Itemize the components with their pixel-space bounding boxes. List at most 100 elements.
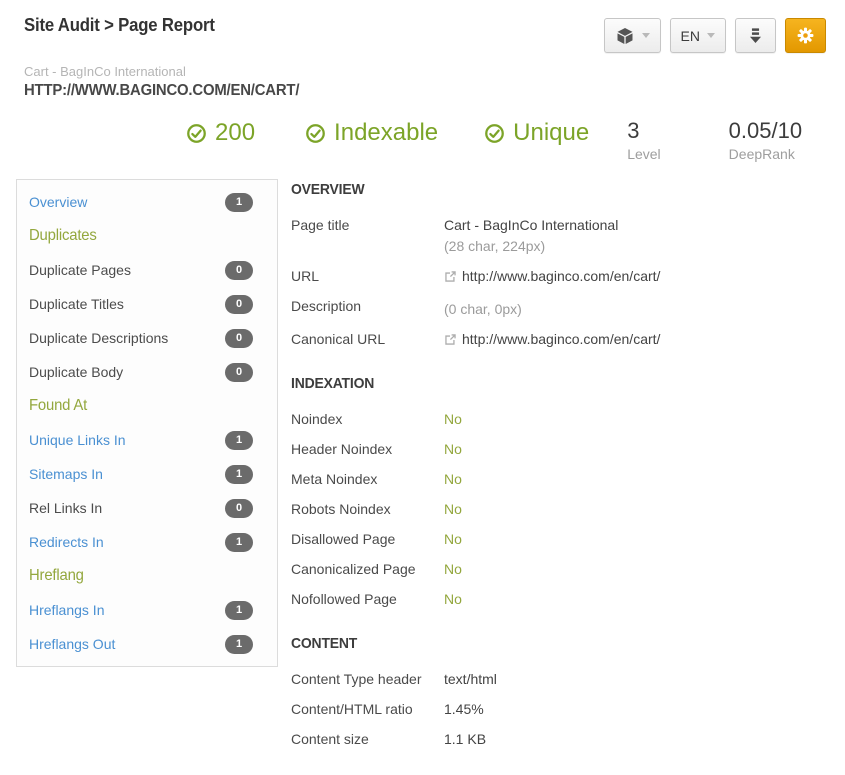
status-label: Unique [513, 120, 589, 146]
count-badge: 0 [225, 329, 253, 348]
row-value: No [444, 560, 462, 578]
external-url-link[interactable]: http://www.baginco.com/en/cart/ [462, 267, 660, 285]
row-value-text: Cart - BagInCo International [444, 216, 618, 234]
row-label: Canonicalized Page [291, 560, 444, 578]
count-badge: 1 [225, 465, 253, 484]
check-circle-icon [186, 123, 207, 144]
row-label: Content Type header [291, 670, 444, 688]
sidebar-item-label: Duplicate Body [29, 364, 123, 380]
count-badge: 1 [225, 601, 253, 620]
count-badge: 0 [225, 499, 253, 518]
sidebar-item-label: Sitemaps In [29, 466, 103, 482]
status-label: 200 [215, 120, 255, 146]
metric-deeprank: 0.05/10 DeepRank [729, 120, 802, 161]
page-title-text: Site Audit > Page Report [24, 15, 215, 36]
metric-label: DeepRank [729, 147, 802, 161]
report-row-url: URL http://www.baginco.com/en/cart/ [291, 267, 845, 285]
status-badge-unique: Unique [484, 120, 589, 146]
page-name: Cart - BagInCo International [24, 64, 845, 79]
report-row-content-type-header: Content Type headertext/html [291, 670, 845, 688]
sidebar-item-duplicate-titles: Duplicate Titles 0 [17, 287, 277, 321]
external-link-icon [444, 270, 457, 283]
row-label: Content size [291, 730, 444, 748]
status-label: Indexable [334, 120, 438, 146]
report-row-disallowed-page: Disallowed PageNo [291, 530, 845, 548]
row-value: No [444, 410, 462, 428]
sidebar-item-label: Redirects In [29, 534, 104, 550]
row-value: Cart - BagInCo International (28 char, 22… [444, 216, 618, 255]
row-value-text: text/html [444, 670, 497, 688]
row-value: No [444, 530, 462, 548]
sidebar-item-overview[interactable]: Overview 1 [17, 185, 277, 219]
row-label: Content/HTML ratio [291, 700, 444, 718]
row-label: Robots Noindex [291, 500, 444, 518]
sidebar-item-hreflangs-in[interactable]: Hreflangs In1 [17, 593, 277, 627]
sidebar-section-found-at: Found At [17, 389, 277, 423]
count-badge: 0 [225, 261, 253, 280]
report-row-nofollowed-page: Nofollowed PageNo [291, 590, 845, 608]
report-row-header-noindex: Header NoindexNo [291, 440, 845, 458]
metric-value: 0.05/10 [729, 120, 802, 142]
external-url-link[interactable]: http://www.baginco.com/en/cart/ [462, 330, 660, 348]
report-row-meta-noindex: Meta NoindexNo [291, 470, 845, 488]
settings-button[interactable] [785, 18, 826, 53]
metric-level: 3 Level [627, 120, 660, 161]
scope-dropdown-button[interactable] [604, 18, 661, 53]
row-label: Canonical URL [291, 330, 444, 348]
row-value: text/html [444, 670, 497, 688]
download-icon [746, 26, 765, 45]
row-label: Page title [291, 216, 444, 234]
sidebar-item-label: Hreflangs Out [29, 636, 115, 652]
row-value-text: 1.45% [444, 700, 484, 718]
sidebar-item-label: Duplicate Titles [29, 296, 124, 312]
count-badge: 1 [225, 533, 253, 552]
gear-icon [796, 26, 815, 45]
row-value: http://www.baginco.com/en/cart/ [444, 330, 660, 348]
report-row-canonical-url: Canonical URL http://www.baginco.com/en/c… [291, 330, 845, 348]
row-value: 1.1 KB [444, 730, 486, 748]
count-badge: 1 [225, 635, 253, 654]
sidebar-item-unique-links-in[interactable]: Unique Links In1 [17, 423, 277, 457]
sidebar-item-duplicate-pages: Duplicate Pages0 [17, 253, 277, 287]
row-value: No [444, 470, 462, 488]
sidebar-item-redirects-in[interactable]: Redirects In 1 [17, 525, 277, 559]
row-label: Description [291, 297, 444, 315]
row-value-text: 1.1 KB [444, 730, 486, 748]
section-content: CONTENTContent Type headertext/htmlConte… [291, 635, 845, 748]
sidebar-section-duplicates: Duplicates [17, 219, 277, 253]
report-row-canonicalized-page: Canonicalized PageNo [291, 560, 845, 578]
sidebar-item-hreflangs-out[interactable]: Hreflangs Out 1 [17, 627, 277, 661]
row-value-text: No [444, 410, 462, 428]
row-value: http://www.baginco.com/en/cart/ [444, 267, 660, 285]
row-label: URL [291, 267, 444, 285]
sidebar-item-duplicate-descriptions: Duplicate Descriptions0 [17, 321, 277, 355]
sidebar-item-sitemaps-in[interactable]: Sitemaps In 1 [17, 457, 277, 491]
report-row-noindex: NoindexNo [291, 410, 845, 428]
row-note: (28 char, 224px) [444, 237, 618, 255]
row-label: Disallowed Page [291, 530, 444, 548]
language-label: EN [681, 28, 700, 44]
sidebar-item-duplicate-body: Duplicate Body0 [17, 355, 277, 389]
check-circle-icon [484, 123, 505, 144]
status-badge-indexable: Indexable [305, 120, 438, 146]
row-note: (0 char, 0px) [444, 300, 522, 318]
row-value: No [444, 590, 462, 608]
report-row-page-title: Page titleCart - BagInCo International (2… [291, 216, 845, 255]
content-area: Overview1DuplicatesDuplicate Pages0Dupli… [16, 179, 845, 775]
row-value-text: No [444, 470, 462, 488]
external-link-icon [444, 333, 457, 346]
language-dropdown-button[interactable]: EN [670, 18, 726, 53]
sidebar-item-label: Overview [29, 194, 87, 210]
sidebar-section-label: Hreflang [29, 567, 84, 585]
download-button[interactable] [735, 18, 776, 53]
metric-value: 3 [627, 120, 660, 142]
page-title: Site Audit > Page Report [24, 13, 229, 36]
row-value: No [444, 440, 462, 458]
row-value-text: No [444, 530, 462, 548]
count-badge: 1 [225, 193, 253, 212]
row-label: Header Noindex [291, 440, 444, 458]
section-title: OVERVIEW [291, 181, 364, 198]
row-label: Noindex [291, 410, 444, 428]
count-badge: 0 [225, 295, 253, 314]
report-row-content-size: Content size1.1 KB [291, 730, 845, 748]
